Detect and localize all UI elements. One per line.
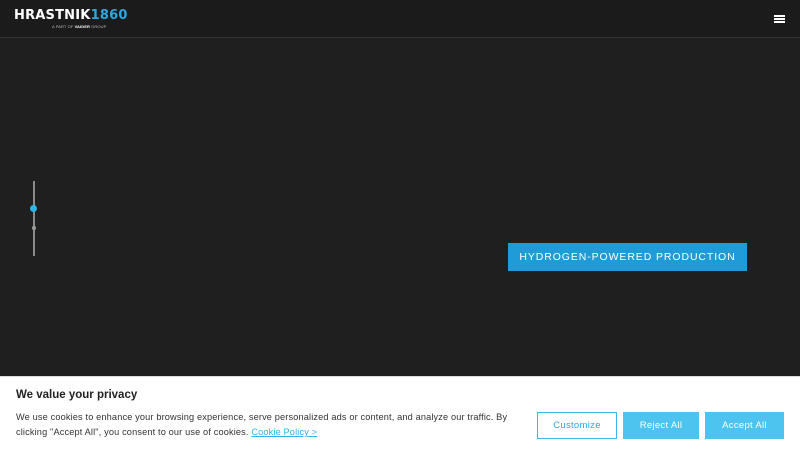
cookie-consent-banner: We value your privacy We use cookies to … bbox=[0, 376, 800, 450]
logo-tagline-prefix: A PART OF bbox=[52, 24, 75, 29]
cookie-policy-link[interactable]: Cookie Policy > bbox=[251, 427, 317, 437]
site-header: HRASTNIK1860 A PART OF VAIDER GROUP bbox=[0, 0, 800, 38]
hrastnik-logo[interactable]: HRASTNIK1860 A PART OF VAIDER GROUP bbox=[14, 9, 128, 30]
logo-tagline-suffix: GROUP bbox=[89, 24, 107, 29]
pagination-track bbox=[33, 181, 35, 256]
logo-word: HRASTNIK bbox=[14, 8, 91, 23]
slide-dot-active[interactable] bbox=[30, 205, 37, 212]
hydrogen-production-button[interactable]: HYDROGEN-POWERED PRODUCTION bbox=[508, 243, 747, 271]
customize-button[interactable]: Customize bbox=[537, 412, 617, 439]
reject-all-button[interactable]: Reject All bbox=[623, 412, 699, 439]
logo-tagline-brand: VAIDER bbox=[74, 24, 90, 29]
cookie-banner-text: We use cookies to enhance your browsing … bbox=[16, 410, 526, 440]
slide-pagination bbox=[29, 181, 39, 256]
cookie-banner-title: We value your privacy bbox=[16, 389, 138, 401]
accept-all-button[interactable]: Accept All bbox=[705, 412, 784, 439]
logo-year: 1860 bbox=[90, 8, 128, 23]
hamburger-menu-icon[interactable] bbox=[773, 12, 787, 26]
logo-tagline: A PART OF VAIDER GROUP bbox=[52, 24, 106, 29]
logo-wordmark: HRASTNIK1860 bbox=[14, 9, 128, 23]
slide-dot[interactable] bbox=[32, 226, 36, 230]
